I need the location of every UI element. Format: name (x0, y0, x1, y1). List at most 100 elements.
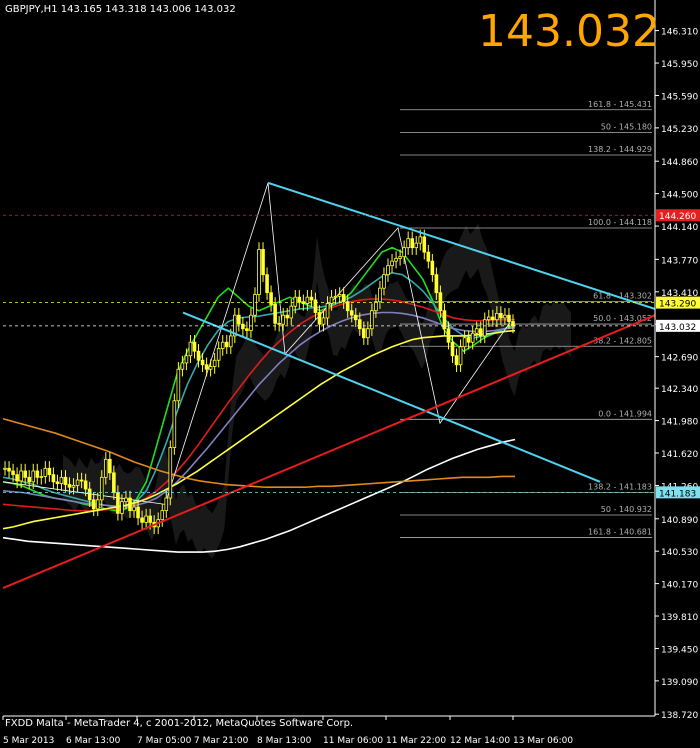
candle-body (253, 294, 257, 316)
candle-body (374, 301, 378, 312)
candle-body (281, 314, 285, 325)
candle-body (164, 497, 169, 512)
candle-body (128, 497, 132, 512)
candle-body (27, 476, 32, 483)
candle-body (434, 274, 439, 294)
candle-body (87, 488, 92, 501)
candle-body (132, 506, 136, 512)
price-tick-label: 141.980 (661, 418, 698, 428)
candle-body (430, 260, 435, 276)
price-tick-label: 140.530 (661, 548, 698, 558)
price-marker-label: 143.290 (659, 300, 696, 310)
candle-body (329, 296, 334, 304)
price-tick-label: 140.170 (661, 581, 698, 591)
candle-body (51, 474, 56, 483)
candle-body (313, 299, 318, 313)
time-tick-label: 8 Mar 13:00 (257, 736, 312, 746)
candle-body (410, 238, 414, 249)
candle-body (63, 476, 68, 485)
candle-body (79, 479, 84, 482)
candle-body (362, 328, 366, 339)
candle-body (249, 314, 253, 331)
candle-body (140, 517, 144, 523)
price-marker-label: 141.183 (659, 489, 696, 499)
candle-body (406, 238, 410, 249)
candle-body (237, 314, 241, 325)
candle-body (317, 312, 322, 325)
candle-body (108, 458, 112, 474)
candle-body (204, 364, 209, 370)
candle-body (462, 337, 467, 348)
fib-label: 50 - 140.932 (601, 505, 652, 514)
candle-body (59, 476, 64, 485)
price-tick-label: 140.890 (661, 516, 698, 526)
candle-body (104, 458, 108, 478)
candle-body (212, 359, 217, 367)
price-tick-label: 138.720 (661, 711, 698, 721)
fib-label: 0.0 - 141.994 (598, 409, 652, 418)
candle-body (224, 341, 229, 348)
candle-body (495, 313, 499, 321)
candle-body (136, 506, 140, 519)
price-tick-label: 145.590 (661, 92, 698, 102)
candle-body (220, 341, 225, 349)
candle-body (353, 314, 358, 321)
time-tick-label: 6 Mar 13:00 (66, 736, 121, 746)
candle-body (71, 485, 76, 488)
candle-body (269, 292, 273, 305)
price-tick-label: 144.500 (661, 191, 698, 201)
time-tick-label: 11 Mar 06:00 (323, 736, 383, 746)
candle-body (19, 470, 23, 482)
price-tick-label: 142.690 (661, 354, 698, 364)
candle-body (366, 328, 370, 339)
candle-body (499, 313, 503, 319)
candle-body (7, 467, 11, 472)
price-chart[interactable]: 161.8 - 145.431 50 - 145.180 138.2 - 144.9… (0, 0, 700, 748)
candle-body (333, 295, 338, 298)
fib-label: 50 - 145.180 (601, 122, 652, 131)
candle-body (47, 467, 52, 476)
candle-body (180, 362, 185, 370)
candle-body (382, 274, 386, 289)
candle-body (386, 265, 390, 276)
candle-body (325, 303, 330, 319)
candle-body (188, 341, 193, 357)
candle-body (160, 510, 165, 521)
candle-body (414, 242, 419, 249)
candle-body (116, 492, 120, 514)
candle-body (261, 249, 265, 276)
candle-body (285, 314, 290, 319)
candle-body (91, 499, 96, 510)
candle-body (184, 355, 189, 364)
candle-body (470, 332, 475, 343)
candle-body (67, 484, 72, 488)
candle-body (200, 359, 205, 366)
candle-body (446, 328, 451, 343)
candle-body (422, 236, 427, 253)
price-tick-label: 145.230 (661, 125, 698, 135)
candle-body (241, 323, 245, 330)
candle-body (176, 368, 181, 402)
candle-body (357, 319, 362, 330)
candle-body (394, 258, 398, 262)
candle-body (450, 341, 455, 357)
candle-body (196, 350, 201, 361)
time-tick-label: 5 Mar 2013 (3, 736, 54, 746)
price-tick-label: 144.140 (661, 223, 698, 233)
candle-body (466, 337, 471, 343)
chart-background (0, 0, 700, 748)
candle-body (120, 501, 124, 514)
candle-body (95, 499, 100, 510)
candle-body (228, 335, 233, 348)
candle-body (482, 319, 487, 337)
price-marker-label: 144.260 (659, 212, 696, 222)
candle-body (503, 314, 507, 319)
candle-body (83, 480, 88, 490)
candle-body (144, 515, 148, 523)
candle-body (265, 274, 269, 294)
candle-body (458, 346, 463, 366)
price-tick-label: 145.950 (661, 60, 698, 70)
candle-body (148, 515, 152, 523)
candle-body (99, 476, 104, 501)
time-tick-label: 13 Mar 06:00 (513, 736, 573, 746)
